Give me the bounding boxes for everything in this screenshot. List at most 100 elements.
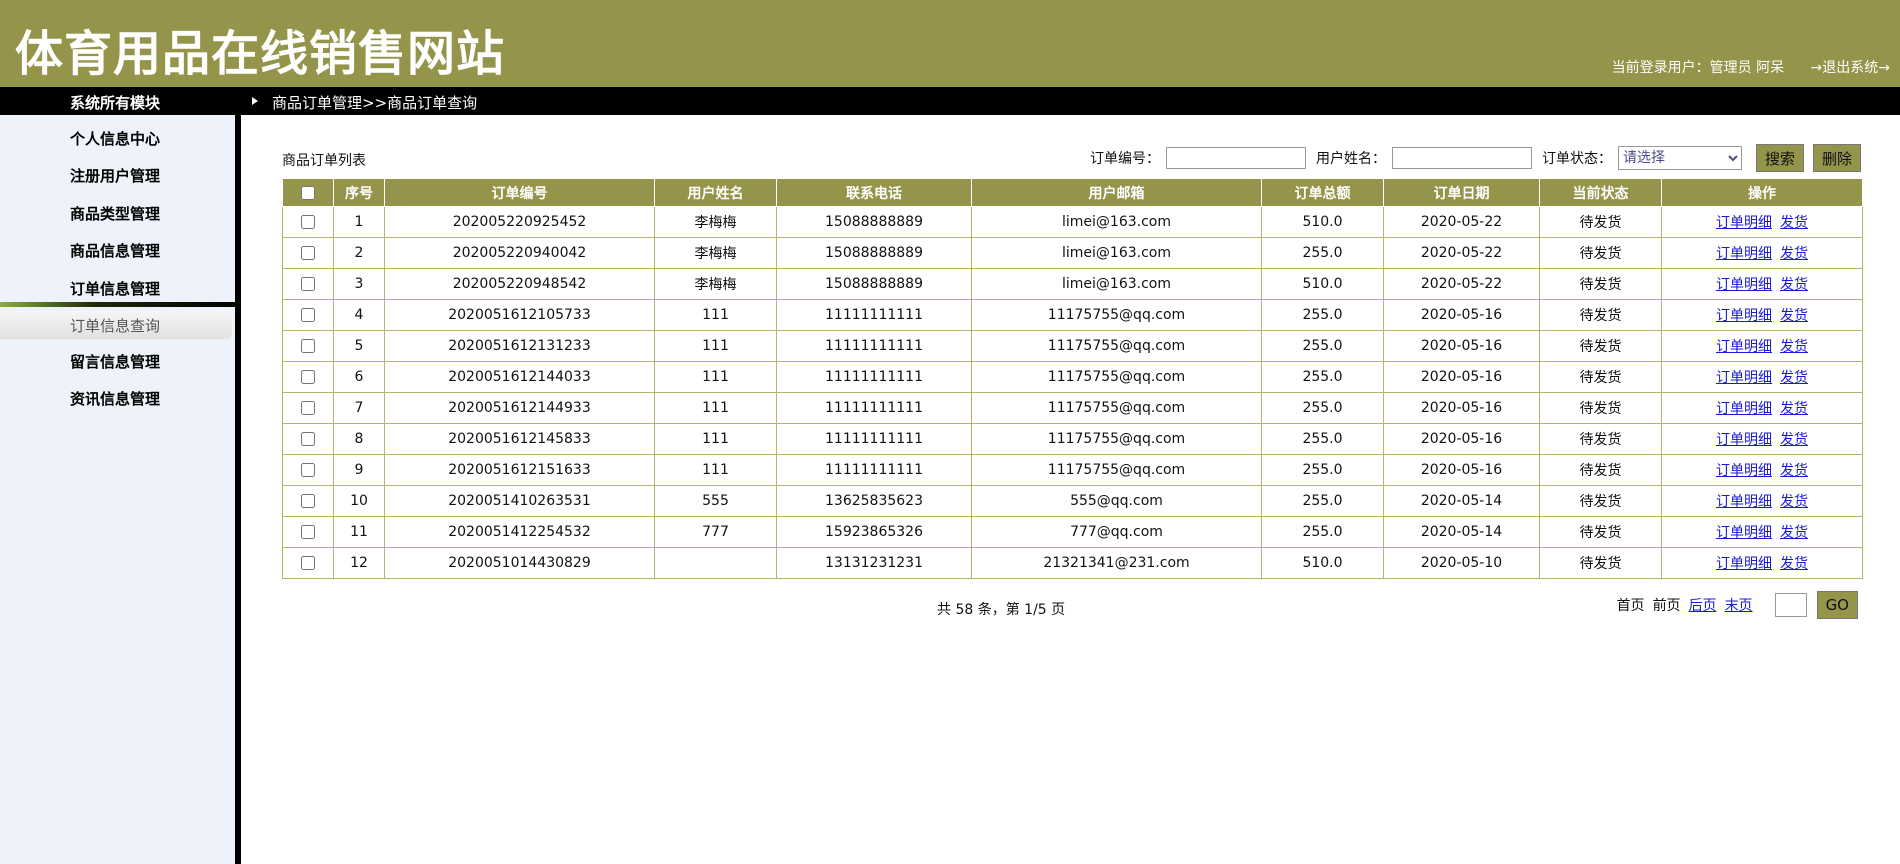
cell-name: 111 [654, 423, 777, 455]
cell-name: 111 [654, 299, 777, 331]
table-row: 10 2020051410263531 555 13625835623 555@qq.c… [282, 485, 1863, 517]
row-select-cell [282, 423, 334, 455]
row-checkbox[interactable] [301, 494, 315, 508]
order-detail-link[interactable]: 订单明细 [1716, 370, 1772, 386]
order-detail-link[interactable]: 订单明细 [1716, 525, 1772, 541]
cell-phone: 11111111111 [776, 299, 972, 331]
cell-date: 2020-05-16 [1383, 361, 1540, 393]
ship-link[interactable]: 发货 [1780, 494, 1808, 510]
cell-name: 111 [654, 454, 777, 486]
order-detail-link[interactable]: 订单明细 [1716, 432, 1772, 448]
select-all-checkbox[interactable] [301, 185, 315, 200]
page-number-input[interactable] [1774, 593, 1807, 617]
row-checkbox[interactable] [301, 277, 315, 291]
cell-status: 待发货 [1539, 330, 1662, 362]
cell-status: 待发货 [1539, 237, 1662, 269]
current-user-label: 当前登录用户：管理员 阿呆 [1611, 60, 1785, 76]
ship-link[interactable]: 发货 [1780, 463, 1808, 479]
cell-order-no: 202005220948542 [384, 268, 655, 300]
sidebar-item-orders[interactable]: 订单信息管理 [70, 278, 160, 299]
next-page-link[interactable]: 后页 [1689, 595, 1717, 615]
order-detail-link[interactable]: 订单明细 [1716, 215, 1772, 231]
table-row: 6 2020051612144033 111 11111111111 11175755@… [282, 361, 1863, 393]
delete-button[interactable]: 删除 [1812, 144, 1861, 172]
cell-email: limei@163.com [971, 268, 1262, 300]
order-detail-link[interactable]: 订单明细 [1716, 339, 1772, 355]
ship-link[interactable]: 发货 [1780, 556, 1808, 572]
order-detail-link[interactable]: 订单明细 [1716, 401, 1772, 417]
ship-link[interactable]: 发货 [1780, 339, 1808, 355]
column-header: 用户邮箱 [971, 178, 1262, 207]
sidebar-item-news[interactable]: 资讯信息管理 [70, 388, 160, 409]
row-checkbox[interactable] [301, 215, 315, 229]
cell-total: 255.0 [1261, 392, 1384, 424]
row-select-cell [282, 237, 334, 269]
cell-date: 2020-05-10 [1383, 547, 1540, 579]
cell-email: limei@163.com [971, 237, 1262, 269]
order-detail-link[interactable]: 订单明细 [1716, 494, 1772, 510]
username-input[interactable] [1391, 147, 1532, 169]
row-checkbox[interactable] [301, 401, 315, 415]
row-checkbox[interactable] [301, 432, 315, 446]
row-checkbox[interactable] [301, 246, 315, 260]
order-detail-link[interactable]: 订单明细 [1716, 246, 1772, 262]
cell-name: 111 [654, 361, 777, 393]
go-button[interactable]: GO [1816, 591, 1858, 619]
cell-idx: 1 [333, 206, 385, 238]
logout-link[interactable]: →退出系统→ [1811, 60, 1890, 76]
ship-link[interactable]: 发货 [1780, 308, 1808, 324]
cell-phone: 13131231231 [776, 547, 972, 579]
cell-idx: 12 [333, 547, 385, 579]
cell-actions: 订单明细 发货 [1661, 485, 1863, 517]
cell-date: 2020-05-22 [1383, 206, 1540, 238]
sidebar-item-products[interactable]: 商品信息管理 [70, 240, 160, 261]
order-detail-link[interactable]: 订单明细 [1716, 463, 1772, 479]
row-checkbox[interactable] [301, 308, 315, 322]
sidebar-item-users[interactable]: 注册用户管理 [70, 165, 160, 186]
cell-status: 待发货 [1539, 268, 1662, 300]
row-checkbox[interactable] [301, 339, 315, 353]
row-checkbox[interactable] [301, 556, 315, 570]
ship-link[interactable]: 发货 [1780, 525, 1808, 541]
breadcrumb: 商品订单管理>>商品订单查询 [272, 94, 478, 112]
table-row: 7 2020051612144933 111 11111111111 11175755@… [282, 392, 1863, 424]
cell-idx: 10 [333, 485, 385, 517]
row-select-cell [282, 516, 334, 548]
cell-status: 待发货 [1539, 454, 1662, 486]
cell-email: 11175755@qq.com [971, 330, 1262, 362]
cell-actions: 订单明细 发货 [1661, 516, 1863, 548]
row-checkbox[interactable] [301, 463, 315, 477]
last-page-link[interactable]: 末页 [1725, 595, 1753, 615]
cell-phone: 15923865326 [776, 516, 972, 548]
search-button[interactable]: 搜索 [1755, 144, 1804, 172]
ship-link[interactable]: 发货 [1780, 401, 1808, 417]
cell-idx: 11 [333, 516, 385, 548]
sidebar-item-messages[interactable]: 留言信息管理 [70, 351, 160, 372]
row-checkbox[interactable] [301, 370, 315, 384]
sidebar-item-profile[interactable]: 个人信息中心 [70, 128, 160, 149]
ship-link[interactable]: 发货 [1780, 370, 1808, 386]
cell-idx: 5 [333, 330, 385, 362]
cell-total: 255.0 [1261, 361, 1384, 393]
sidebar-subitem-order-query[interactable]: 订单信息查询 [0, 311, 232, 339]
table-row: 9 2020051612151633 111 11111111111 11175755@… [282, 454, 1863, 486]
status-select[interactable]: 请选择 [1617, 146, 1742, 170]
column-header: 序号 [333, 178, 385, 207]
order-no-input[interactable] [1165, 147, 1306, 169]
cell-idx: 7 [333, 392, 385, 424]
ship-link[interactable]: 发货 [1780, 215, 1808, 231]
ship-link[interactable]: 发货 [1780, 432, 1808, 448]
row-checkbox[interactable] [301, 525, 315, 539]
ship-link[interactable]: 发货 [1780, 246, 1808, 262]
cell-email: 11175755@qq.com [971, 423, 1262, 455]
order-detail-link[interactable]: 订单明细 [1716, 277, 1772, 293]
cell-idx: 4 [333, 299, 385, 331]
cell-total: 255.0 [1261, 454, 1384, 486]
order-detail-link[interactable]: 订单明细 [1716, 308, 1772, 324]
order-detail-link[interactable]: 订单明细 [1716, 556, 1772, 572]
cell-date: 2020-05-16 [1383, 423, 1540, 455]
ship-link[interactable]: 发货 [1780, 277, 1808, 293]
sidebar-item-product-types[interactable]: 商品类型管理 [70, 203, 160, 224]
cell-date: 2020-05-16 [1383, 330, 1540, 362]
username-label: 用户姓名： [1315, 151, 1386, 167]
